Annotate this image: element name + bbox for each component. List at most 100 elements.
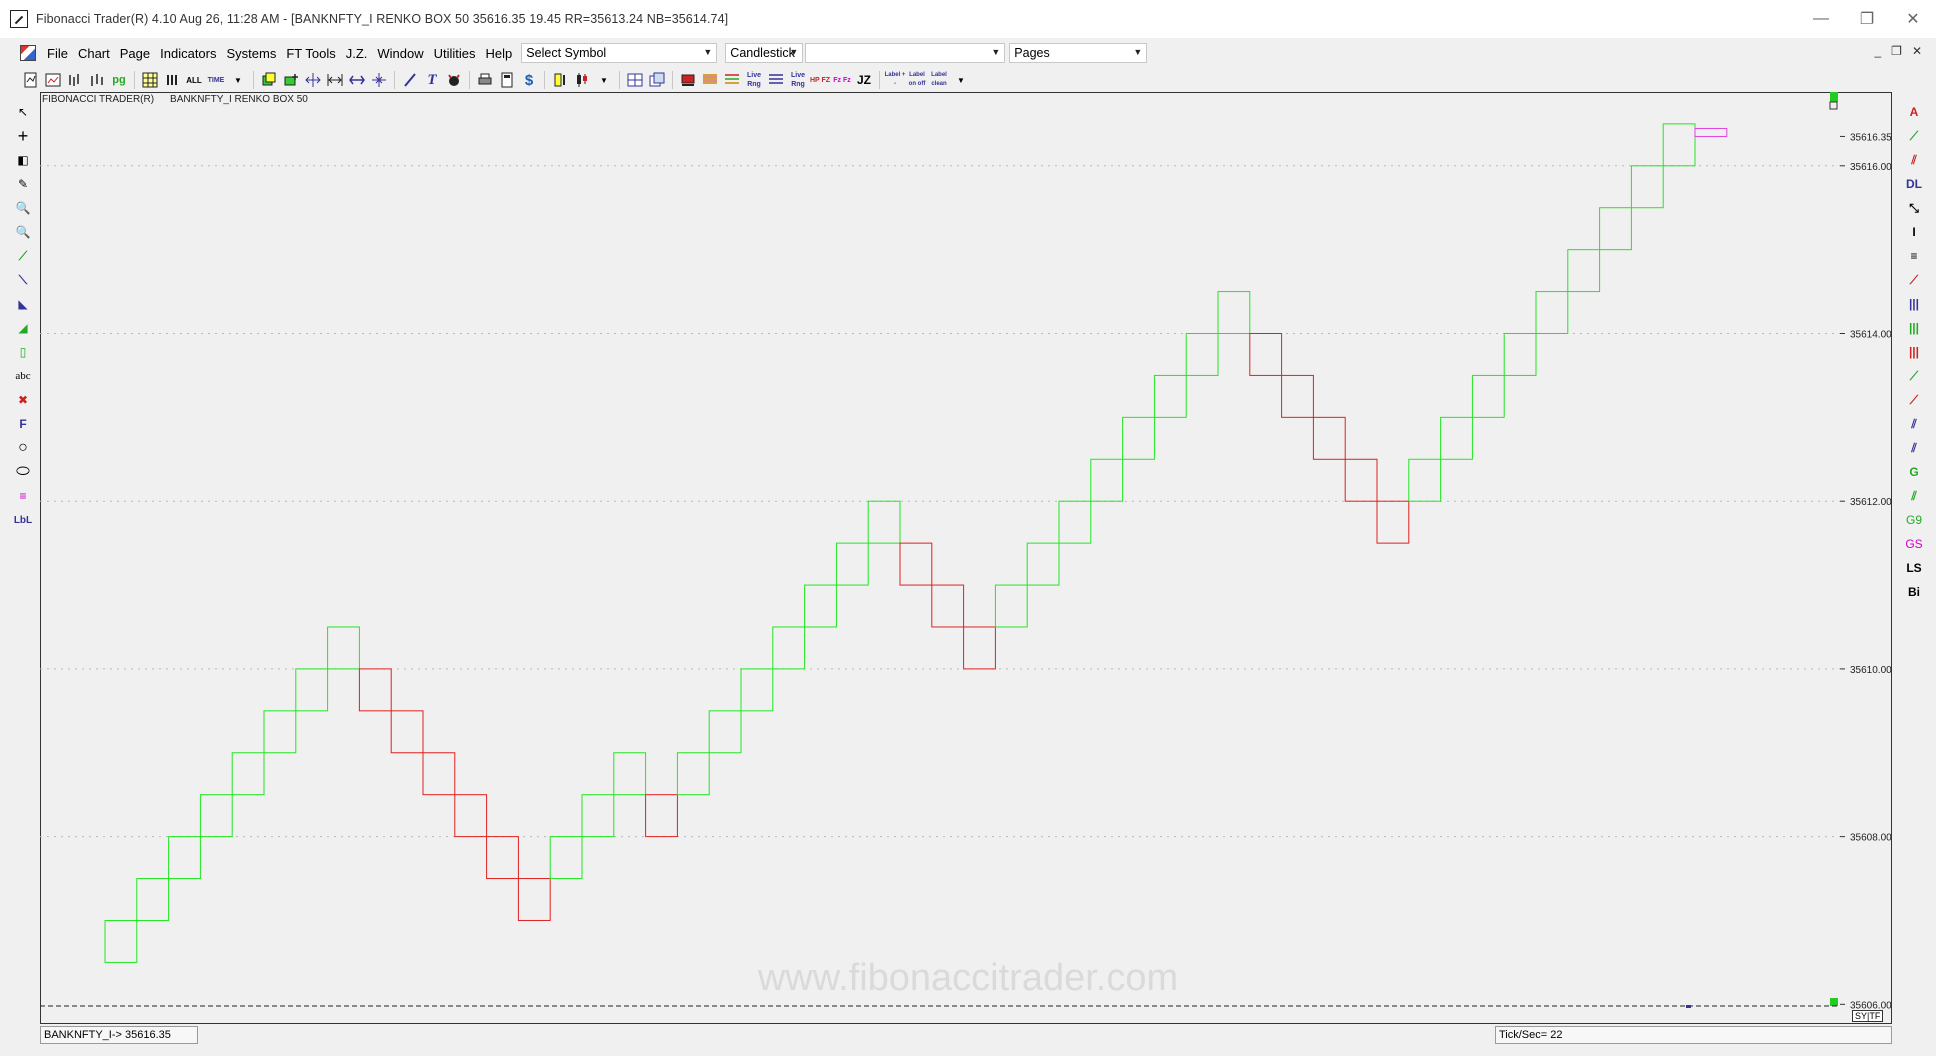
chart-window[interactable] [40,92,1892,1024]
gs-button[interactable]: GS [1900,532,1928,556]
horizontal-lines-icon[interactable]: ≡ [12,484,34,508]
menu-jz[interactable]: J.Z. [341,46,373,61]
delete-drawing-icon[interactable]: ✖ [12,388,34,412]
magnet-icon[interactable]: ◧ [12,148,34,172]
window-cascade-icon[interactable] [646,70,668,90]
menu-chart[interactable]: Chart [73,46,115,61]
ray-down-icon[interactable]: ◣ [12,292,34,316]
red-flag-icon[interactable] [677,70,699,90]
mdi-close-button[interactable]: ✕ [1912,44,1922,58]
label-plus-minus-button[interactable]: Label + - [884,70,906,90]
expand-icon[interactable] [346,70,368,90]
zoom-out-icon[interactable] [302,70,324,90]
new-chart-icon[interactable] [20,70,42,90]
green-fan-icon[interactable]: ⫽ [1900,484,1928,508]
g9-button[interactable]: G9 [1900,508,1928,532]
lines-multi-icon[interactable] [699,70,721,90]
green-trend-icon[interactable]: ⟋ [1900,364,1928,388]
circle-icon[interactable]: ○ [12,436,34,460]
live-range-button-2[interactable]: Live Rng [787,70,809,90]
dl-button[interactable]: DL [1900,172,1928,196]
pencil-icon[interactable]: ✎ [12,172,34,196]
bar-info-icon[interactable] [549,70,571,90]
menu-indicators[interactable]: Indicators [155,46,221,61]
menu-help[interactable]: Help [481,46,518,61]
trendline-up-icon[interactable]: ⟋ [12,244,34,268]
maximize-button[interactable]: ❐ [1844,0,1890,38]
sy-tf-toggle[interactable]: SY|TF [1852,1010,1884,1022]
mdi-minimize-button[interactable]: _ [1874,44,1881,58]
dropdown-arrow-icon[interactable]: ▼ [593,70,615,90]
zoom-in-icon[interactable]: 🔍 [12,196,34,220]
ellipse-icon[interactable]: ⬭ [12,460,34,484]
label-tool-icon[interactable]: LbL [12,508,34,532]
i-line-icon[interactable]: I [1900,220,1928,244]
mdi-child-icon[interactable] [20,45,36,61]
menu-utilities[interactable]: Utilities [429,46,481,61]
menu-ft-tools[interactable]: FT Tools [281,46,340,61]
red-bars-icon[interactable]: ||| [1900,340,1928,364]
close-button[interactable]: ✕ [1890,0,1936,38]
crosshair-tool-icon[interactable]: + [12,124,34,148]
zoom-out-tool-icon[interactable]: 🔍 [12,220,34,244]
live-range-button-1[interactable]: Live Rng [743,70,765,90]
bi-button[interactable]: Bi [1900,580,1928,604]
red-trend-icon[interactable]: ⟋ [1900,268,1928,292]
bars-icon[interactable] [64,70,86,90]
ray-up-icon[interactable]: ◢ [12,316,34,340]
blue-fan-icon[interactable]: ⫽ [1900,412,1928,436]
jz-button[interactable]: JZ [853,70,875,90]
text-label-icon[interactable]: abc [12,364,34,388]
symbol-select[interactable]: Select Symbol ▼ [521,43,718,63]
menu-systems[interactable]: Systems [222,46,282,61]
dollar-icon[interactable]: $ [518,70,540,90]
hp-fz-button[interactable]: HP FZ [809,70,831,90]
channel-icon[interactable]: ▯ [12,340,34,364]
calculator-icon[interactable] [496,70,518,90]
ls-button[interactable]: LS [1900,556,1928,580]
candle-select-icon[interactable] [571,70,593,90]
minimize-button[interactable]: — [1798,0,1844,38]
grid-icon[interactable] [139,70,161,90]
parallel-lines-icon[interactable]: ⤡ [1900,196,1928,220]
slash-lines-icon[interactable]: ⫽ [1900,436,1928,460]
blank-select[interactable]: ▼ [805,43,1006,63]
menu-window[interactable]: Window [372,46,428,61]
open-chart-icon[interactable] [42,70,64,90]
time-button[interactable]: TIME [205,70,227,90]
lines-colored-icon[interactable] [721,70,743,90]
add-chart-icon[interactable] [280,70,302,90]
pages-select[interactable]: Pages ▼ [1009,43,1148,63]
fz-button[interactable]: Fz Fz [831,70,853,90]
green-bars-icon[interactable]: ||| [1900,316,1928,340]
menu-page[interactable]: Page [115,46,155,61]
pen-icon[interactable] [399,70,421,90]
gann-fan-icon[interactable]: ⫽ [1900,148,1928,172]
chart-style-select[interactable]: Candlestick ▼ [725,43,804,63]
label-on-off-button[interactable]: Label on off [906,70,928,90]
dropdown-arrow-icon[interactable]: ▼ [950,70,972,90]
blue-bars-icon[interactable]: ||| [1900,292,1928,316]
compress-icon[interactable] [324,70,346,90]
gann-g-icon[interactable]: G [1900,460,1928,484]
pivot-bars-icon[interactable] [86,70,108,90]
bar-spacing-icon[interactable] [161,70,183,90]
fibonacci-icon[interactable]: F [12,412,34,436]
all-button[interactable]: ALL [183,70,205,90]
crosshair-icon[interactable] [368,70,390,90]
print-icon[interactable] [474,70,496,90]
text-tool-icon[interactable]: T [421,70,443,90]
copy-chart-icon[interactable] [258,70,280,90]
arrow-a-icon[interactable]: A [1900,100,1928,124]
mdi-restore-button[interactable]: ❐ [1891,44,1902,58]
label-clean-button[interactable]: Label clean [928,70,950,90]
hlines-icon[interactable]: ≡ [1900,244,1928,268]
pg-icon[interactable]: pg [108,70,130,90]
pointer-icon[interactable]: ↖ [12,100,34,124]
bull-icon[interactable] [443,70,465,90]
trendline-down-icon[interactable]: ⟍ [12,268,34,292]
red-arrow-trend-icon[interactable]: ⟋ [1900,388,1928,412]
lines-stack-icon[interactable] [765,70,787,90]
window-tile-icon[interactable] [624,70,646,90]
menu-file[interactable]: File [42,46,73,61]
